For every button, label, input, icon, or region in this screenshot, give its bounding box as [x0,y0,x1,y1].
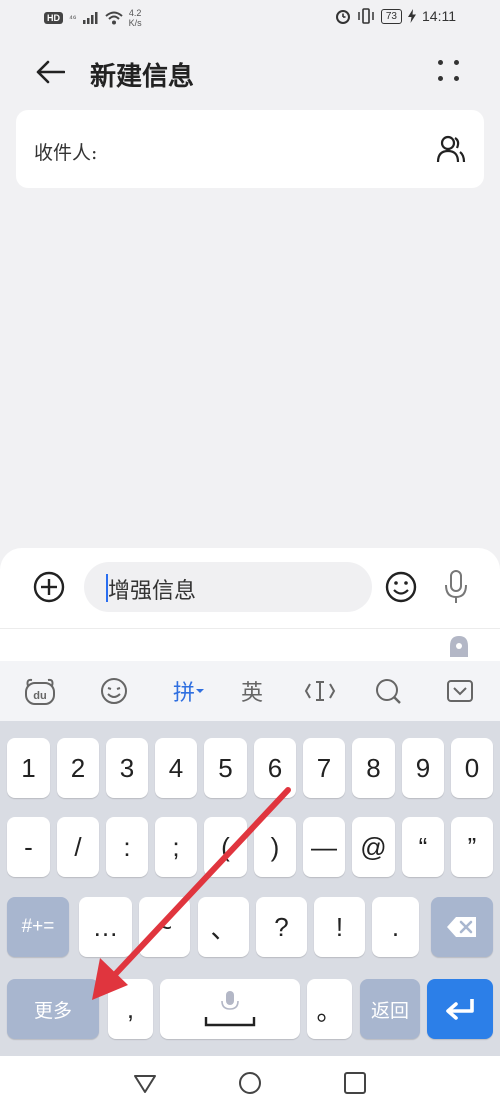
back-arrow-icon [36,60,65,84]
svg-text:du: du [33,690,46,702]
nav-home-icon[interactable] [237,1070,263,1096]
charging-icon [408,9,416,23]
signal-icon [82,12,98,24]
nav-back-icon[interactable] [132,1070,158,1096]
add-attachment-icon[interactable] [32,570,66,604]
key-comma[interactable]: , [108,979,153,1039]
key-4[interactable]: 4 [155,738,197,798]
message-input[interactable]: 增强信息 [84,562,372,612]
wifi-icon [104,11,123,25]
page-title: 新建信息 [90,62,195,92]
key-colon[interactable]: : [106,817,148,877]
key-open-paren[interactable]: ( [204,817,247,877]
pinyin-mode-button[interactable]: 拼 [166,671,212,711]
key-9[interactable]: 9 [402,738,444,798]
contacts-icon[interactable] [436,134,466,164]
key-enumeration-comma[interactable]: 、 [198,897,249,957]
key-open-quote[interactable]: “ [402,817,444,877]
space-voice-icon [204,991,256,1027]
back-button[interactable] [30,54,70,90]
battery-level: 73 [380,8,402,24]
key-2[interactable]: 2 [57,738,99,798]
key-ellipsis[interactable]: … [79,897,132,957]
key-semicolon[interactable]: ; [155,817,197,877]
key-enter[interactable] [427,979,493,1039]
key-6[interactable]: 6 [254,738,296,798]
key-close-paren[interactable]: ) [254,817,296,877]
dropdown-caret-icon [196,689,204,693]
alarm-icon [335,10,350,24]
message-placeholder: 增强信息 [108,579,197,604]
key-close-quote[interactable]: ” [451,817,493,877]
key-8[interactable]: 8 [352,738,395,798]
network-speed: 4.2 K/s [129,8,142,28]
assistant-icon[interactable] [446,633,472,659]
status-left: HD ⁴⁶ 4.2 K/s [44,8,142,28]
key-back[interactable]: 返回 [360,979,420,1039]
status-right: 73 14:11 [335,8,456,24]
keyboard: 1 2 3 4 5 6 7 8 9 0 - / : ; ( ) — @ “ ” … [0,721,500,1056]
nav-recents-icon[interactable] [342,1070,368,1096]
status-bar: HD ⁴⁶ 4.2 K/s 73 14:11 [0,0,500,36]
key-5[interactable]: 5 [204,738,247,798]
emoji-icon[interactable] [384,570,418,604]
key-full-stop[interactable]: 。 [307,979,352,1039]
keyboard-toolbar: du 拼 英 [0,661,500,721]
key-exclamation[interactable]: ! [314,897,365,957]
suggestion-strip [0,629,500,661]
pinyin-label: 拼 [172,681,195,706]
key-more[interactable]: 更多 [7,979,99,1039]
smile-icon [101,678,127,704]
message-composer: 增强信息 [0,548,500,628]
recipient-label: 收件人: [34,142,98,164]
enter-icon [446,999,474,1020]
app-header: 新建信息 [0,44,500,104]
du-bear-icon: du [25,678,55,705]
key-backspace[interactable] [431,897,493,957]
speed-unit: K/s [128,18,142,28]
english-mode-button[interactable]: 英 [232,671,272,711]
key-hyphen[interactable]: - [7,817,50,877]
text-cursor-icon [304,681,336,701]
key-period[interactable]: . [372,897,419,957]
hide-keyboard-icon[interactable] [440,671,480,711]
key-1[interactable]: 1 [7,738,50,798]
hd-badge: HD [44,12,63,24]
key-3[interactable]: 3 [106,738,148,798]
collapse-icon [447,680,473,702]
key-7[interactable]: 7 [303,738,345,798]
key-tilde[interactable]: ~ [139,897,190,957]
speed-value: 4.2 [128,8,142,18]
key-symbols-toggle[interactable]: #+= [7,897,69,957]
cursor-control-icon[interactable] [300,671,340,711]
system-nav-bar [0,1056,500,1111]
voice-input-icon[interactable] [442,568,470,606]
key-dash[interactable]: — [303,817,345,877]
search-icon[interactable] [368,671,408,711]
key-slash[interactable]: / [57,817,99,877]
key-0[interactable]: 0 [451,738,493,798]
search-glass-icon [376,679,401,704]
network-type: ⁴⁶ [69,13,77,23]
more-options-icon[interactable] [436,58,464,86]
english-label: 英 [240,681,263,706]
vibrate-icon [358,8,374,24]
recipient-field[interactable]: 收件人: [16,110,484,188]
baidu-du-icon[interactable]: du [20,671,60,711]
backspace-icon [447,917,476,937]
clock: 14:11 [422,8,456,24]
key-at[interactable]: @ [352,817,395,877]
emoticon-icon[interactable] [94,671,134,711]
key-question[interactable]: ? [256,897,307,957]
key-space[interactable] [160,979,300,1039]
